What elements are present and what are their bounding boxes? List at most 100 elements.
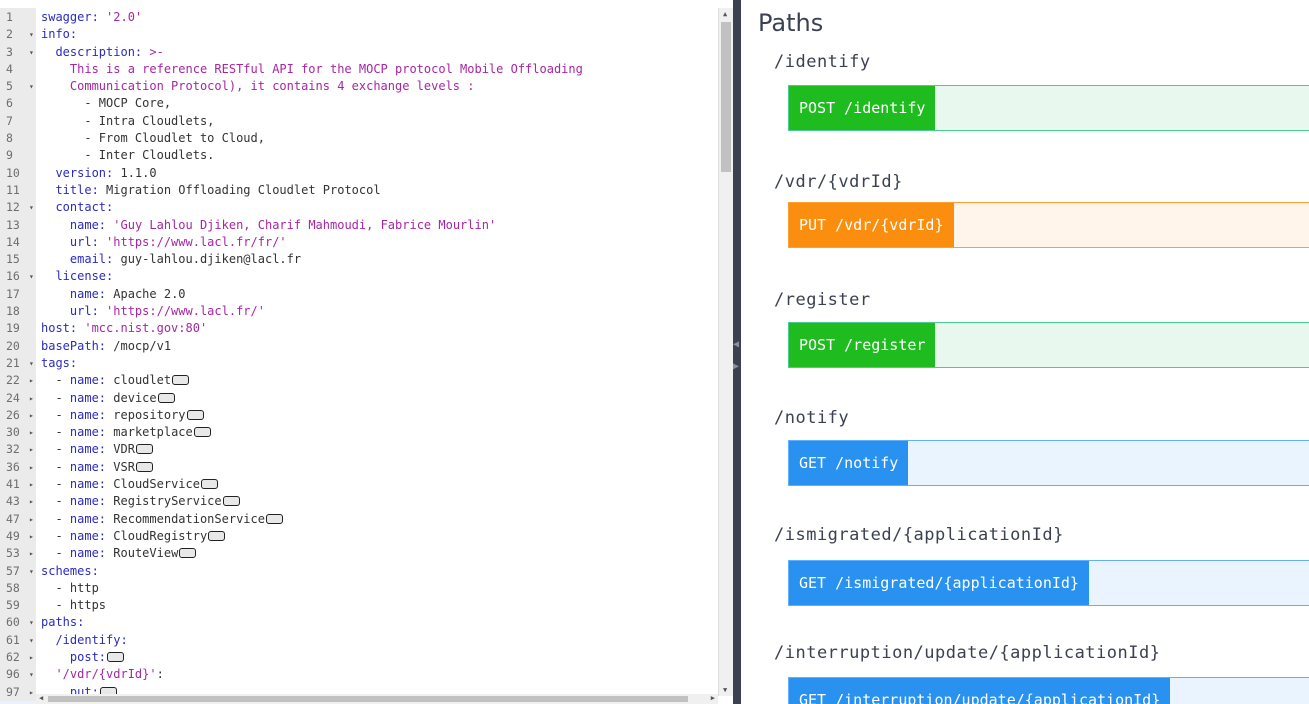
post-operation-button[interactable]: POST /identify [789,86,936,130]
editor-horizontal-scrollbar[interactable]: ◀ ▶ [36,694,718,704]
fold-closed-icon[interactable]: ▸ [29,407,34,424]
get-operation-button[interactable]: GET /notify [789,441,909,485]
collapsed-block-marker[interactable] [200,479,218,490]
code-line[interactable]: 22 ▸ - name: cloudlet [0,372,700,389]
fold-open-icon[interactable]: ▾ [29,614,34,631]
fold-open-icon[interactable]: ▾ [29,666,34,683]
code-line[interactable]: 57 ▾ schemes: [0,563,700,580]
hscroll-thumb[interactable] [48,696,688,702]
code-line[interactable]: 60 ▾ paths: [0,614,700,631]
get-operation-button[interactable]: GET /ismigrated/{applicationId} [789,561,1089,605]
scroll-down-icon[interactable]: ▼ [723,686,727,694]
code-line[interactable]: 36 ▸ - name: VSR [0,459,700,476]
fold-closed-icon[interactable]: ▸ [29,476,34,493]
code-line[interactable]: 41 ▸ - name: CloudService [0,476,700,493]
code-line[interactable]: 16 ▾ license: [0,268,700,285]
code-line[interactable]: 19 host: 'mcc.nist.gov:80' [0,320,700,337]
fold-closed-icon[interactable]: ▸ [29,441,34,458]
fold-closed-icon[interactable]: ▸ [29,390,34,407]
code-line[interactable]: 9 - Inter Cloudlets. [0,147,700,164]
scroll-right-icon[interactable]: ▶ [711,694,715,702]
code-area[interactable]: 1 swagger: '2.0' 2 ▾ info: 3 ▾ description: >-… [0,9,700,704]
fold-closed-icon[interactable]: ▸ [29,424,34,441]
code-line[interactable]: 24 ▸ - name: device [0,390,700,407]
collapsed-block-marker[interactable] [222,496,240,507]
fold-closed-icon[interactable]: ▸ [29,493,34,510]
code-line[interactable]: 59 - https [0,597,700,614]
collapsed-block-marker[interactable] [157,392,175,403]
code-line[interactable]: 26 ▸ - name: repository [0,407,700,424]
fold-open-icon[interactable]: ▾ [29,78,34,95]
code-line[interactable]: 10 version: 1.1.0 [0,165,700,182]
code-line[interactable]: 11 title: Migration Offloading Cloudlet … [0,182,700,199]
code-line[interactable]: 1 swagger: '2.0' [0,9,700,26]
code-line[interactable]: 15 email: guy-lahlou.djiken@lacl.fr [0,251,700,268]
operation-get[interactable]: GET /ismigrated/{applicationId} [788,560,1309,606]
code-line[interactable]: 61 ▾ /identify: [0,632,700,649]
fold-closed-icon[interactable]: ▸ [29,511,34,528]
operation-put[interactable]: PUT /vdr/{vdrId} [788,202,1309,248]
fold-closed-icon[interactable]: ▸ [29,459,34,476]
collapsed-block-marker[interactable] [107,651,125,662]
operation-get[interactable]: GET /interruption/update/{applicationId} [788,677,1309,704]
fold-open-icon[interactable]: ▾ [29,632,34,649]
code-line[interactable]: 20 basePath: /mocp/v1 [0,338,700,355]
code-line[interactable]: 62 ▸ post: [0,649,700,666]
code-line[interactable]: 3 ▾ description: >- [0,44,700,61]
code-line[interactable]: 12 ▾ contact: [0,199,700,216]
code-line[interactable]: 96 ▾ '/vdr/{vdrId}': [0,666,700,683]
code-line[interactable]: 8 - From Cloudlet to Cloud, [0,130,700,147]
operation-get[interactable]: GET /notify [788,440,1309,486]
scroll-left-icon[interactable]: ◀ [39,694,43,702]
fold-open-icon[interactable]: ▾ [29,563,34,580]
get-operation-button[interactable]: GET /interruption/update/{applicationId} [789,678,1171,704]
editor-vertical-scrollbar[interactable]: ▲ ▼ [718,8,733,696]
code-line[interactable]: 49 ▸ - name: CloudRegistry [0,528,700,545]
scroll-thumb[interactable] [721,22,731,172]
pane-splitter[interactable]: ◀ ▶ [733,0,741,704]
code-line[interactable]: 4 This is a reference RESTful API for th… [0,61,700,78]
fold-closed-icon[interactable]: ▸ [29,649,34,666]
fold-closed-icon[interactable]: ▸ [29,684,34,701]
fold-closed-icon[interactable]: ▸ [29,528,34,545]
line-text: - Intra Cloudlets, [41,113,214,130]
operation-post[interactable]: POST /register [788,322,1309,368]
collapsed-block-marker[interactable] [135,461,153,472]
code-line[interactable]: 21 ▾ tags: [0,355,700,372]
code-line[interactable]: 7 - Intra Cloudlets, [0,113,700,130]
code-line[interactable]: 58 - http [0,580,700,597]
scroll-up-icon[interactable]: ▲ [723,10,727,18]
fold-open-icon[interactable]: ▾ [29,26,34,43]
put-operation-button[interactable]: PUT /vdr/{vdrId} [789,203,954,247]
code-line[interactable]: 2 ▾ info: [0,26,700,43]
collapsed-block-marker[interactable] [193,427,211,438]
fold-open-icon[interactable]: ▾ [29,355,34,372]
code-line[interactable]: 5 ▾ Communication Protocol), it contains … [0,78,700,95]
code-line[interactable]: 13 name: 'Guy Lahlou Djiken, Charif Mahm… [0,217,700,234]
collapsed-block-marker[interactable] [186,409,204,420]
code-line[interactable]: 6 - MOCP Core, [0,95,700,112]
collapsed-block-marker[interactable] [208,530,226,541]
collapse-arrows-icon[interactable]: ◀ ▶ [733,334,741,378]
collapsed-block-marker[interactable] [172,375,190,386]
code-line[interactable]: 17 name: Apache 2.0 [0,286,700,303]
code-line[interactable]: 47 ▸ - name: RecommendationService [0,511,700,528]
fold-open-icon[interactable]: ▾ [29,199,34,216]
collapsed-block-marker[interactable] [265,513,283,524]
code-line[interactable]: 14 url: 'https://www.lacl.fr/fr/' [0,234,700,251]
code-line[interactable]: 32 ▸ - name: VDR [0,441,700,458]
code-line[interactable]: 30 ▸ - name: marketplace [0,424,700,441]
code-line[interactable]: 18 url: 'https://www.lacl.fr/' [0,303,700,320]
fold-closed-icon[interactable]: ▸ [29,545,34,562]
post-operation-button[interactable]: POST /register [789,323,936,367]
fold-open-icon[interactable]: ▾ [29,44,34,61]
line-text: license: [41,268,113,285]
collapsed-block-marker[interactable] [135,444,153,455]
code-line[interactable]: 53 ▸ - name: RouteView [0,545,700,562]
collapsed-block-marker[interactable] [179,548,197,559]
code-line[interactable]: 43 ▸ - name: RegistryService [0,493,700,510]
fold-closed-icon[interactable]: ▸ [29,372,34,389]
fold-open-icon[interactable]: ▾ [29,268,34,285]
operation-post[interactable]: POST /identify [788,85,1309,131]
yaml-editor[interactable]: 1 swagger: '2.0' 2 ▾ info: 3 ▾ description: >-… [0,8,733,704]
